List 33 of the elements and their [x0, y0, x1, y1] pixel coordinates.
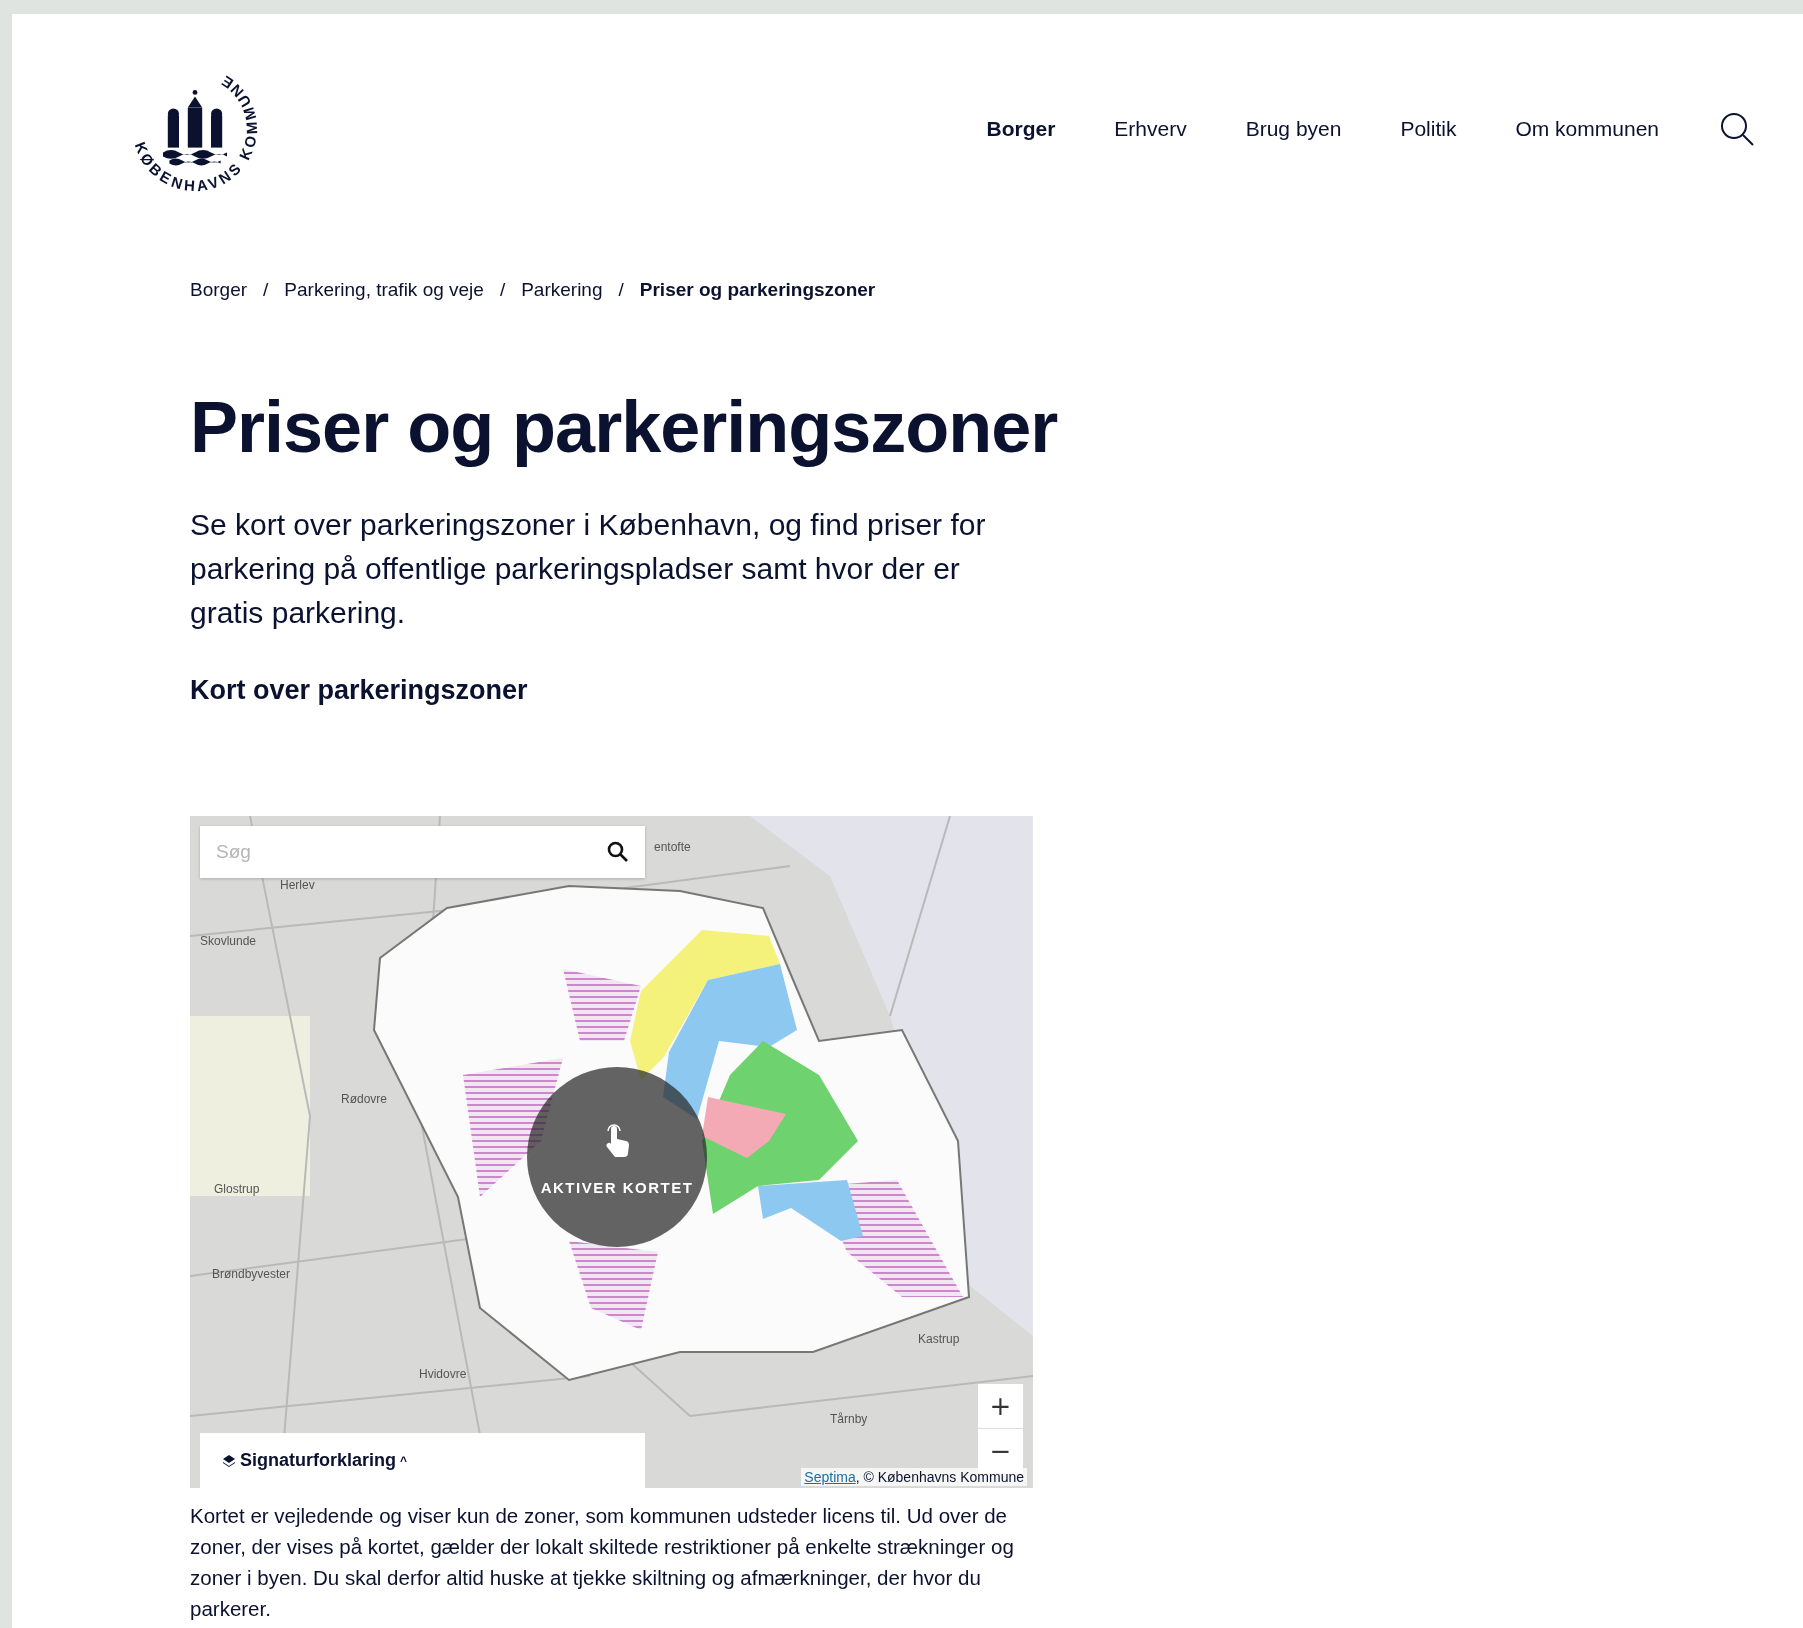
map-place-label: Rødovre [341, 1092, 387, 1106]
nav-link[interactable]: Erhverv [1114, 117, 1187, 141]
breadcrumb-link[interactable]: Parkering, trafik og veje [284, 279, 484, 301]
zoom-in-button[interactable]: + [978, 1384, 1023, 1428]
map-place-label: Glostrup [214, 1182, 260, 1196]
nav-link[interactable]: Om kommunen [1515, 117, 1659, 141]
nav-link[interactable]: Brug byen [1245, 117, 1342, 141]
breadcrumb-separator: / [618, 279, 624, 301]
map-place-label: Skovlunde [200, 934, 257, 948]
map-place-label: Hvidovre [419, 1367, 467, 1381]
map-search-field[interactable]: Søg [200, 826, 645, 878]
attribution-link[interactable]: Septima [804, 1469, 856, 1485]
map-place-label: Herlev [280, 878, 315, 892]
search-icon [1719, 111, 1755, 147]
nav-link[interactable]: Politik [1400, 117, 1457, 141]
breadcrumb-separator: / [263, 279, 269, 301]
map-caption: Kortet er vejledende og viser kun de zoner, som kommunen udsteder licens til. Ud over de zoner, der vises på kortet, gælder der lokalt skiltede restriktioner på enkelte strækninger og zoner i byen. Du skal derfor altid huske at tjekke skiltning og afmærkninger, der hvor du parkerer. [190, 1503, 1015, 1622]
intro-text: Se kort over parkeringszoner i København, og find priser for parkering på offentlige parkeringspladser samt hvor der er gratis parkering. [190, 507, 987, 631]
breadcrumb-separator: / [499, 279, 506, 301]
map-panel[interactable]: entofte Herlev Skovlunde Rødovre Glostrup Brøndbyvester Hvidovre Kastrup Tårnby Søg AKTIVER KORTET Signaturforklaring ^ + − Septima, © Københavns Kommune [190, 816, 1033, 1488]
layers-icon [222, 1453, 236, 1468]
nav-link[interactable]: Borger [986, 117, 1056, 141]
section-heading: Kort over parkeringszoner [190, 675, 529, 706]
map-place-label: Tårnby [830, 1412, 868, 1426]
breadcrumb-link[interactable]: Priser og parkeringszoner [639, 279, 876, 301]
breadcrumb-link[interactable]: Borger [190, 279, 248, 301]
map-place-label: Brøndbyvester [212, 1267, 291, 1281]
map-place-label: entofte [654, 840, 691, 854]
map-place-label: Kastrup [918, 1332, 960, 1346]
breadcrumb-link[interactable]: Parkering [521, 279, 603, 301]
legend-toggle[interactable]: Signaturforklaring ^ [222, 1450, 408, 1471]
search-button[interactable] [1719, 111, 1755, 147]
search-icon[interactable] [607, 841, 629, 863]
